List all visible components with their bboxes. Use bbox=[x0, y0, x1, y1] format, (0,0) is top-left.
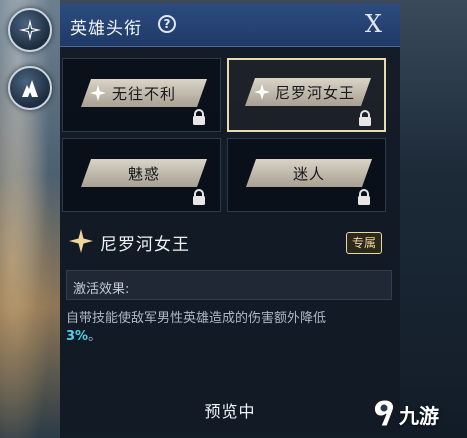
effect-value: 3% bbox=[66, 329, 89, 344]
title-label: 魅惑 bbox=[127, 164, 160, 183]
effect-description: 自带技能使敌军男性英雄造成的伤害额外降低 3%。 bbox=[66, 310, 386, 346]
gold-sparkle-icon bbox=[69, 229, 93, 253]
title-pill: 迷人 bbox=[246, 159, 372, 187]
exclusive-badge: 专属 bbox=[345, 232, 382, 254]
panel-header: 英雄头衔 ? X bbox=[60, 4, 400, 47]
help-icon[interactable]: ? bbox=[158, 15, 176, 33]
hero-menu-button[interactable] bbox=[8, 66, 52, 110]
title-label: 迷人 bbox=[292, 164, 325, 183]
title-pill: 魅惑 bbox=[81, 159, 207, 187]
title-option-wuwangbuli[interactable]: 无往不利 bbox=[62, 58, 221, 132]
watermark-text: 九游 bbox=[399, 404, 439, 428]
compass-star-icon bbox=[19, 19, 41, 41]
title-detail-header: 尼罗河女王 专属 bbox=[68, 226, 392, 258]
lock-icon bbox=[193, 189, 205, 205]
title-option-nile-queen[interactable]: 尼罗河女王 bbox=[227, 58, 386, 132]
title-pill: 无往不利 bbox=[81, 79, 207, 107]
effect-box: 激活效果: bbox=[66, 270, 392, 300]
lock-icon bbox=[193, 109, 205, 125]
star-menu-button[interactable] bbox=[8, 8, 52, 52]
heroes-icon bbox=[22, 80, 38, 97]
sparkle-icon bbox=[89, 84, 107, 102]
effect-label: 激活效果: bbox=[73, 282, 130, 297]
title-option-meihuo[interactable]: 魅惑 bbox=[62, 138, 221, 212]
sparkle-icon bbox=[253, 83, 271, 101]
close-button[interactable]: X bbox=[365, 10, 382, 38]
nine-game-logo-icon bbox=[374, 399, 394, 427]
title-pill: 尼罗河女王 bbox=[245, 78, 371, 106]
lock-icon bbox=[359, 110, 371, 126]
lock-icon bbox=[358, 189, 370, 205]
title-option-miren[interactable]: 迷人 bbox=[227, 138, 386, 212]
description-text: 自带技能使敌军男性英雄造成的伤害额外降低 bbox=[66, 311, 327, 326]
hero-title-panel: 英雄头衔 ? X 无往不利 尼罗河女王 魅惑 迷人 尼罗河女王 专属 激活效果:… bbox=[60, 4, 400, 434]
panel-title: 英雄头衔 bbox=[70, 19, 142, 39]
preview-status: 预览中 bbox=[204, 402, 256, 421]
watermark-logo: 九游 bbox=[371, 398, 457, 428]
title-label: 尼罗河女王 bbox=[274, 83, 355, 102]
title-label: 无往不利 bbox=[111, 84, 176, 103]
detail-title: 尼罗河女王 bbox=[100, 235, 190, 255]
description-suffix: 。 bbox=[88, 329, 102, 344]
